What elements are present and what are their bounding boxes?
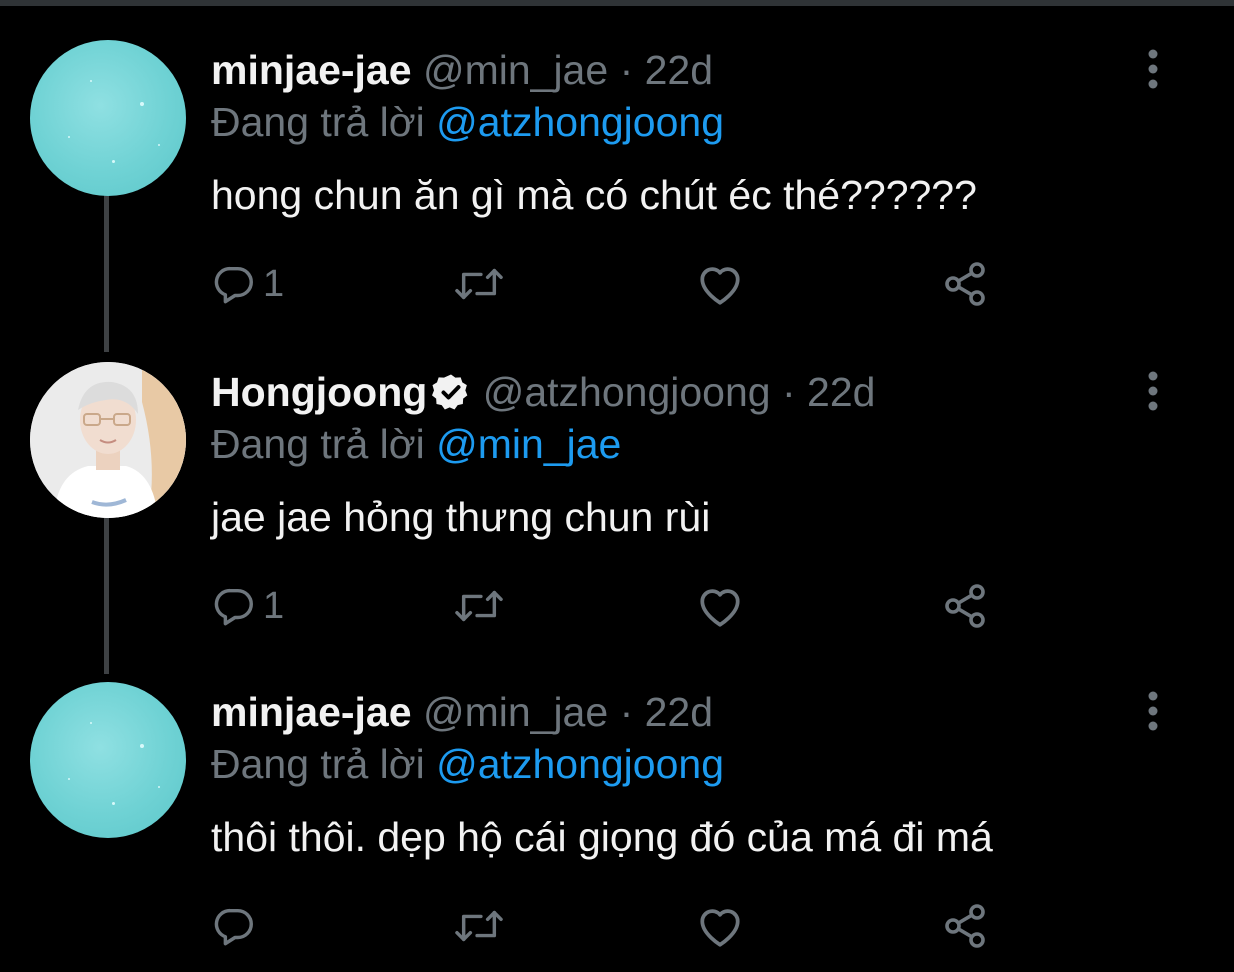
retweet-icon xyxy=(455,268,503,300)
like-button[interactable] xyxy=(695,898,745,954)
action-bar: 1 xyxy=(211,256,1011,312)
reply-count: 1 xyxy=(263,262,285,305)
avatar[interactable] xyxy=(30,362,186,518)
tweet-header: minjae-jae @min_jae · 22d xyxy=(211,46,713,94)
share-button[interactable] xyxy=(941,256,989,312)
user-handle[interactable]: @atzhongjoong xyxy=(483,369,771,415)
share-button[interactable] xyxy=(941,898,989,954)
profile-photo-icon xyxy=(30,362,186,518)
more-options-button[interactable] xyxy=(1136,688,1170,734)
more-options-button[interactable] xyxy=(1136,368,1170,414)
replying-to-line: Đang trả lời @atzhongjoong xyxy=(211,740,724,788)
action-bar: 1 xyxy=(211,578,1011,634)
replying-to-label: Đang trả lời xyxy=(211,99,425,145)
heart-icon xyxy=(700,267,740,305)
tweet[interactable]: minjae-jae @min_jae · 22d Đang trả lời @… xyxy=(0,8,1234,330)
reply-count: 1 xyxy=(263,584,285,627)
more-vertical-icon xyxy=(1148,371,1158,411)
reply-button[interactable]: 1 xyxy=(211,256,284,312)
retweet-icon xyxy=(455,910,503,942)
action-bar xyxy=(211,898,1011,954)
timestamp[interactable]: 22d xyxy=(807,369,875,415)
tweet-text: thôi thôi. dẹp hộ cái giọng đó của má đi… xyxy=(211,814,993,860)
heart-icon xyxy=(700,589,740,627)
share-icon xyxy=(945,584,985,628)
retweet-button[interactable] xyxy=(451,898,507,954)
separator-dot: · xyxy=(619,47,634,93)
like-button[interactable] xyxy=(695,578,745,634)
timestamp[interactable]: 22d xyxy=(645,689,713,735)
like-button[interactable] xyxy=(695,256,745,312)
retweet-button[interactable] xyxy=(451,256,507,312)
share-icon xyxy=(945,904,985,948)
tweet[interactable]: Hongjoong @atzhongjoong · 22d Đang trả l… xyxy=(0,330,1234,652)
share-button[interactable] xyxy=(941,578,989,634)
separator-dot: · xyxy=(619,689,634,735)
reply-button[interactable]: 1 xyxy=(211,578,284,634)
tweet-header: minjae-jae @min_jae · 22d xyxy=(211,688,713,736)
separator-dot: · xyxy=(781,369,796,415)
heart-icon xyxy=(700,909,740,947)
more-vertical-icon xyxy=(1148,691,1158,731)
replying-to-label: Đang trả lời xyxy=(211,741,425,787)
verified-badge-icon xyxy=(432,374,468,410)
tweet[interactable]: minjae-jae @min_jae · 22d Đang trả lời @… xyxy=(0,650,1234,972)
avatar[interactable] xyxy=(30,682,186,838)
reply-mention-link[interactable]: @atzhongjoong xyxy=(436,99,724,145)
timestamp[interactable]: 22d xyxy=(645,47,713,93)
tweet-header: Hongjoong @atzhongjoong · 22d xyxy=(211,368,875,416)
reply-icon xyxy=(214,266,253,304)
user-handle[interactable]: @min_jae xyxy=(423,47,608,93)
reply-icon xyxy=(214,908,253,946)
tweet-text: jae jae hỏng thưng chun rùi xyxy=(211,494,711,540)
display-name[interactable]: Hongjoong xyxy=(211,369,427,415)
more-vertical-icon xyxy=(1148,49,1158,89)
top-divider xyxy=(0,0,1234,6)
tweet-text: hong chun ăn gì mà có chút éc thé?????? xyxy=(211,172,977,218)
reply-button[interactable] xyxy=(211,898,263,954)
reply-mention-link[interactable]: @atzhongjoong xyxy=(436,741,724,787)
avatar[interactable] xyxy=(30,40,186,196)
reply-icon xyxy=(214,588,253,626)
replying-to-label: Đang trả lời xyxy=(211,421,425,467)
display-name[interactable]: minjae-jae xyxy=(211,689,412,735)
replying-to-line: Đang trả lời @atzhongjoong xyxy=(211,98,724,146)
share-icon xyxy=(945,262,985,306)
user-handle[interactable]: @min_jae xyxy=(423,689,608,735)
display-name[interactable]: minjae-jae xyxy=(211,47,412,93)
more-options-button[interactable] xyxy=(1136,46,1170,92)
retweet-icon xyxy=(455,590,503,622)
replying-to-line: Đang trả lời @min_jae xyxy=(211,420,621,468)
reply-mention-link[interactable]: @min_jae xyxy=(436,421,621,467)
retweet-button[interactable] xyxy=(451,578,507,634)
